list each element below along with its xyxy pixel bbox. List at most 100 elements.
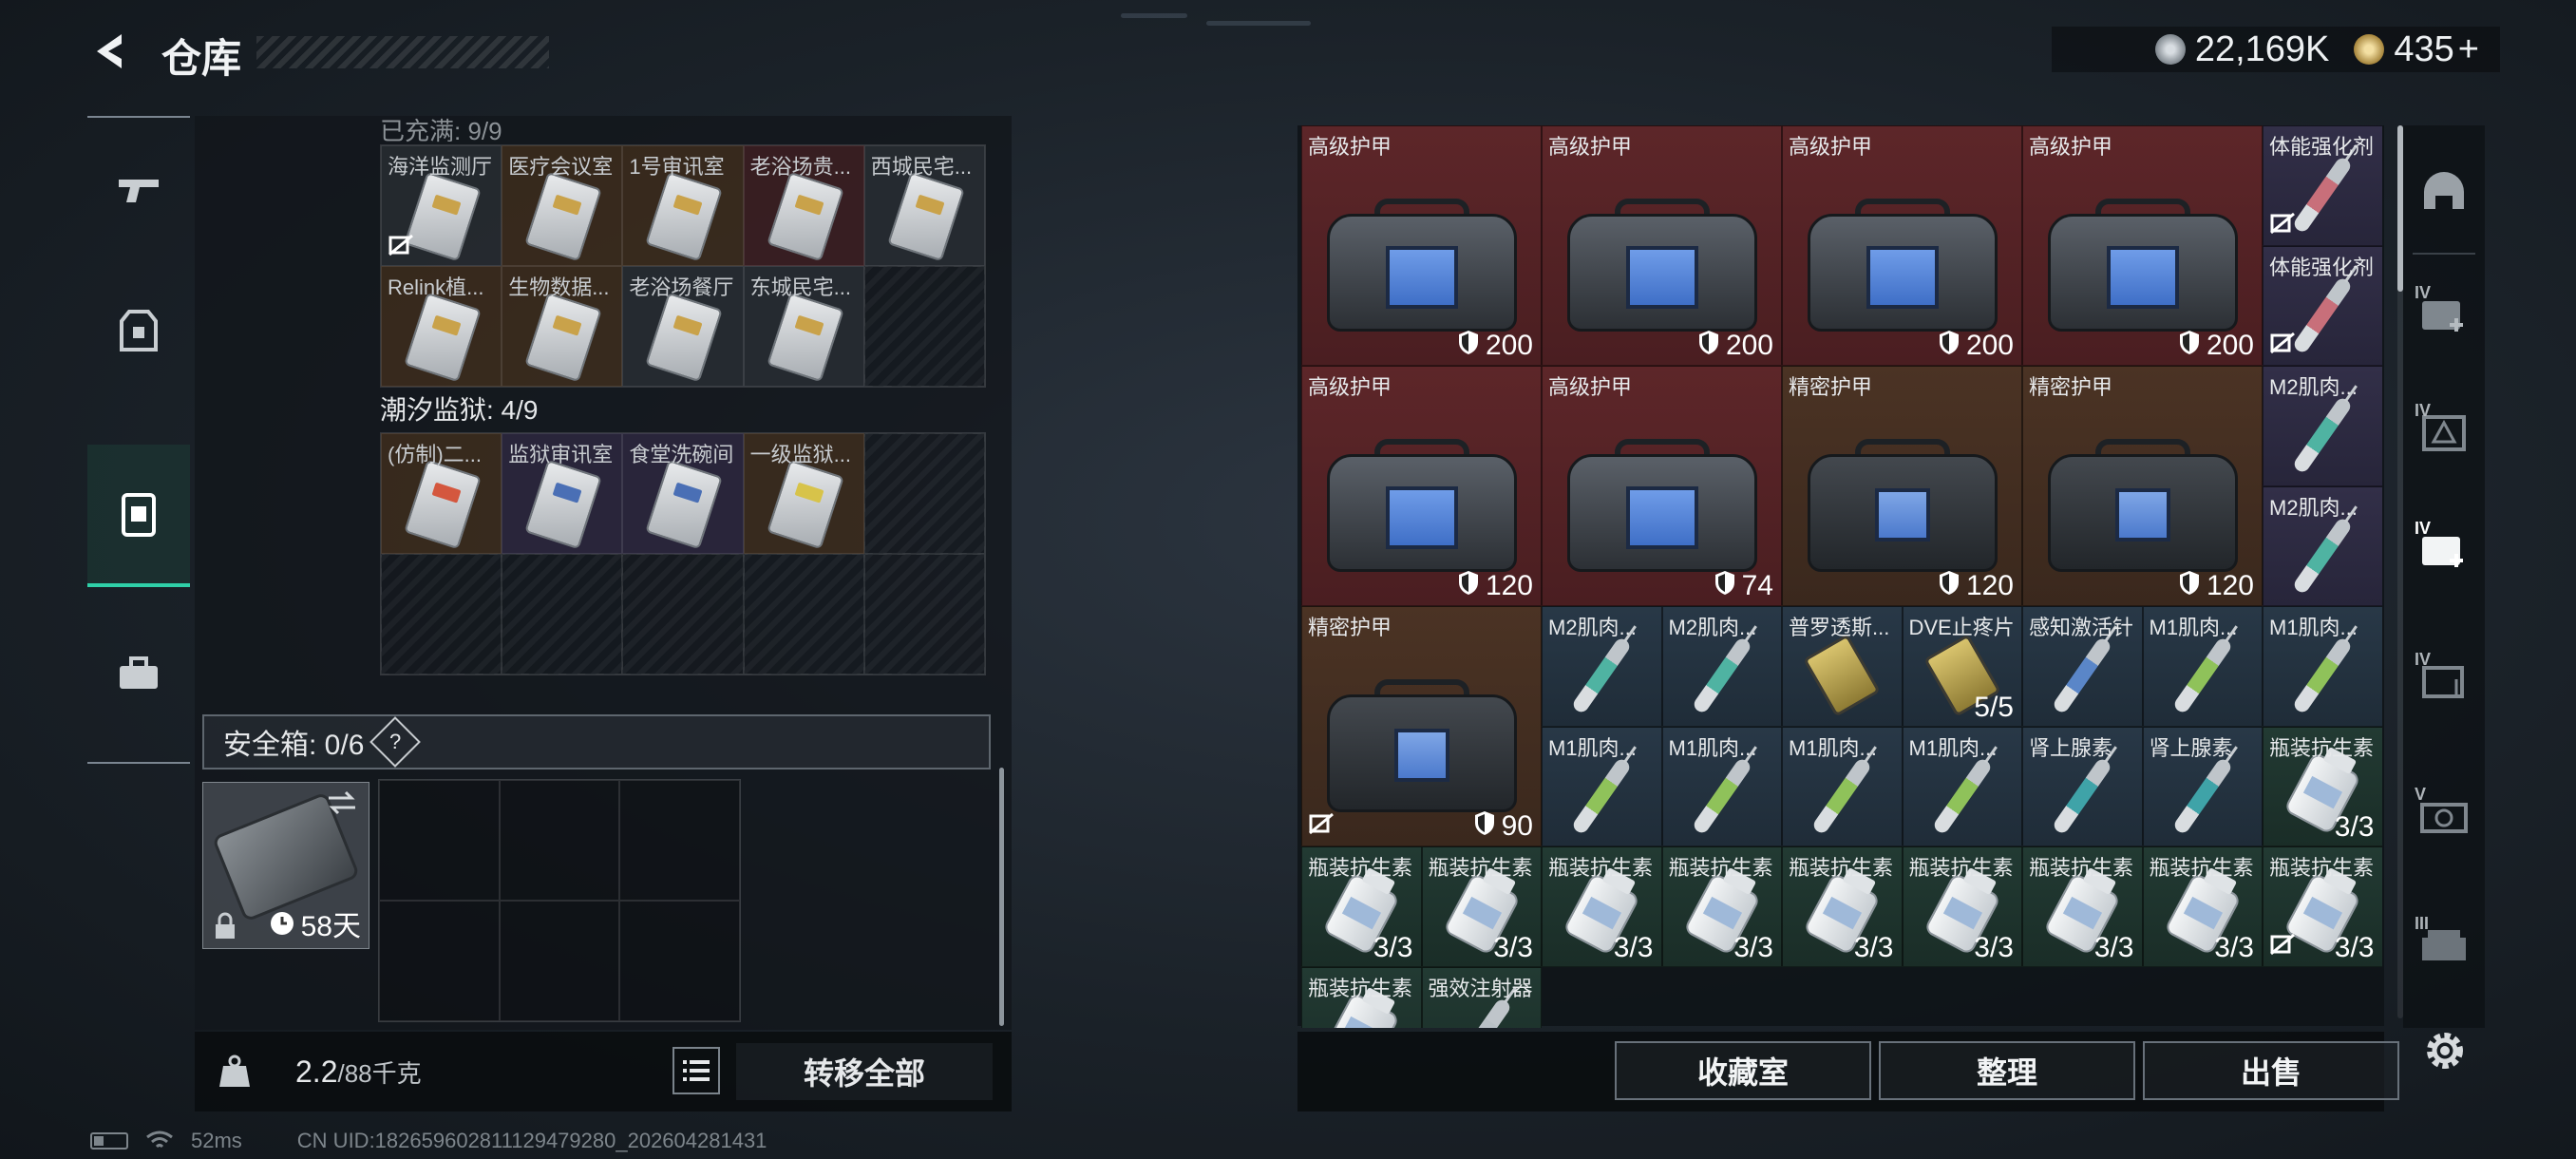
inventory-item[interactable]: 肾上腺素 — [2142, 726, 2263, 846]
inventory-item[interactable]: M2肌肉... — [2263, 485, 2382, 606]
settings-button[interactable] — [2418, 1024, 2472, 1077]
large-item[interactable]: 精密护甲 90 — [1301, 606, 1542, 846]
key-slot[interactable]: 海洋监测厅 — [381, 145, 502, 266]
tab-tools[interactable] — [87, 602, 190, 745]
sort-button[interactable]: 整理 — [1879, 1041, 2135, 1100]
large-item[interactable]: 高级护甲 200 — [1782, 125, 2022, 366]
key-slot[interactable]: 老浴场贵... — [743, 145, 864, 266]
inventory-item[interactable]: M2肌肉... — [1542, 606, 1662, 727]
inventory-item[interactable]: 强效注射器 — [1421, 966, 1542, 1028]
large-item[interactable]: 精密护甲 120 — [2022, 366, 2263, 606]
key-slot[interactable]: 老浴场餐厅 — [622, 266, 744, 387]
safe-case-slot[interactable]: 58天 — [202, 782, 369, 949]
inventory-item[interactable]: M1肌肉... — [1782, 726, 1903, 846]
camera-icon — [2420, 803, 2468, 833]
rail-meds[interactable]: IV — [2413, 519, 2475, 581]
safe-days-text: 58天 — [300, 911, 361, 942]
inventory-item[interactable]: M1肌肉... — [2263, 606, 2382, 727]
key-slot[interactable]: 监狱审讯室 — [502, 433, 623, 554]
large-item[interactable]: 高级护甲 120 — [1301, 366, 1542, 606]
inventory-item[interactable]: 体能强化剂 — [2263, 125, 2382, 246]
large-item[interactable]: 高级护甲 74 — [1542, 366, 1782, 606]
tab-equipment[interactable] — [87, 260, 190, 403]
transfer-all-button[interactable]: 转移全部 — [736, 1043, 993, 1100]
inventory-item[interactable]: 瓶装抗生素 3/3 — [2263, 726, 2382, 846]
inventory-item[interactable]: 瓶装抗生素 — [1301, 966, 1422, 1028]
pill-pack-image — [1803, 634, 1882, 718]
rail-files[interactable]: IV — [2413, 650, 2475, 712]
shield-icon — [1457, 569, 1480, 603]
large-item[interactable]: 精密护甲 120 — [1782, 366, 2022, 606]
inventory-item[interactable]: 感知激活针 — [2022, 606, 2143, 727]
key-slot[interactable]: 1号审讯室 — [622, 145, 744, 266]
keycard-image — [404, 459, 482, 550]
key-slot[interactable]: 生物数据... — [502, 266, 623, 387]
weight-readout: 2.2/88千克 — [295, 1054, 422, 1090]
inventory-item[interactable]: 肾上腺素 — [2022, 726, 2143, 846]
inventory-item[interactable]: 普罗透斯... — [1782, 606, 1903, 727]
large-item[interactable]: 高级护甲 200 — [1542, 125, 1782, 366]
item-value: 3/3 — [2335, 932, 2375, 964]
rail-valuables[interactable]: V — [2413, 785, 2475, 847]
item-name: 瓶装抗生素 — [1548, 856, 1654, 880]
large-item[interactable]: 高级护甲 200 — [2022, 125, 2263, 366]
key-slot[interactable]: 医疗会议室 — [502, 145, 623, 266]
rail-medkit[interactable]: IV — [2413, 283, 2475, 346]
swap-icon[interactable] — [325, 788, 359, 817]
item-name: 普罗透斯... — [1789, 616, 1890, 639]
inventory-item[interactable]: 体能强化剂 — [2263, 245, 2382, 366]
inventory-item[interactable]: 瓶装抗生素 3/3 — [1301, 846, 1422, 967]
sell-button[interactable]: 出售 — [2143, 1041, 2399, 1100]
key-slot[interactable]: 食堂洗碗间 — [622, 433, 744, 554]
list-view-button[interactable] — [672, 1047, 720, 1094]
safebox-slot[interactable] — [499, 780, 620, 901]
item-value: 3/3 — [2214, 932, 2254, 964]
item-name: 强效注射器 — [1428, 976, 1533, 1000]
tab-keys[interactable] — [87, 445, 190, 587]
shield-icon — [1697, 329, 1720, 363]
item-name: 瓶装抗生素 — [1308, 976, 1413, 1000]
left-scrollbar[interactable] — [999, 768, 1004, 1026]
collection-room-button[interactable]: 收藏室 — [1615, 1041, 1871, 1100]
safebox-slot[interactable] — [379, 901, 500, 1021]
item-name: 瓶装抗生素 — [2149, 856, 2254, 880]
safebox-slot[interactable] — [619, 780, 740, 901]
help-button[interactable]: ? — [369, 716, 422, 768]
inventory-item[interactable]: M2肌肉... — [2263, 366, 2382, 486]
rail-armor[interactable]: IV — [2413, 401, 2475, 464]
inventory-item[interactable]: 瓶装抗生素 3/3 — [1782, 846, 1903, 967]
key-slot[interactable]: 一级监狱... — [743, 433, 864, 554]
inventory-item[interactable]: M1肌肉... — [1902, 726, 2022, 846]
inventory-item[interactable]: 瓶装抗生素 3/3 — [1661, 846, 1782, 967]
rail-ammo[interactable]: III — [2413, 914, 2475, 977]
safebox-slot[interactable] — [499, 901, 620, 1021]
rail-helmet[interactable] — [2413, 162, 2475, 224]
inventory-item[interactable]: M1肌肉... — [1661, 726, 1782, 846]
key-slot[interactable]: Relink植... — [381, 266, 502, 387]
item-value: 120 — [1938, 569, 2014, 603]
inventory-item[interactable]: 瓶装抗生素 3/3 — [2263, 846, 2382, 967]
back-button[interactable] — [87, 28, 133, 74]
item-value: 3/3 — [2335, 811, 2375, 844]
add-gold-button[interactable]: + — [2458, 29, 2479, 70]
key-slot — [743, 554, 864, 674]
inventory-item[interactable]: 瓶装抗生素 3/3 — [1421, 846, 1542, 967]
inventory-item[interactable]: 瓶装抗生素 3/3 — [2022, 846, 2143, 967]
inventory-item[interactable]: 瓶装抗生素 3/3 — [2142, 846, 2263, 967]
inventory-item[interactable]: 瓶装抗生素 3/3 — [1542, 846, 1662, 967]
key-slot[interactable]: (仿制)二... — [381, 433, 502, 554]
item-name: M2肌肉... — [1548, 616, 1637, 639]
inventory-item[interactable]: M2肌肉... — [1661, 606, 1782, 727]
key-slot[interactable]: 东城民宅... — [743, 266, 864, 387]
key-slot[interactable]: 西城民宅... — [863, 145, 985, 266]
inventory-item[interactable]: M1肌肉... — [1542, 726, 1662, 846]
item-value-text: 200 — [1725, 330, 1773, 361]
large-item[interactable]: 高级护甲 200 — [1301, 125, 1542, 366]
safebox-slot[interactable] — [619, 901, 740, 1021]
safebox-slot[interactable] — [379, 780, 500, 901]
inventory-item[interactable]: DVE止疼片 5/5 — [1902, 606, 2022, 727]
item-value: 200 — [2178, 329, 2254, 363]
tab-weapons[interactable] — [87, 118, 190, 260]
inventory-item[interactable]: 瓶装抗生素 3/3 — [1902, 846, 2022, 967]
inventory-item[interactable]: M1肌肉... — [2142, 606, 2263, 727]
